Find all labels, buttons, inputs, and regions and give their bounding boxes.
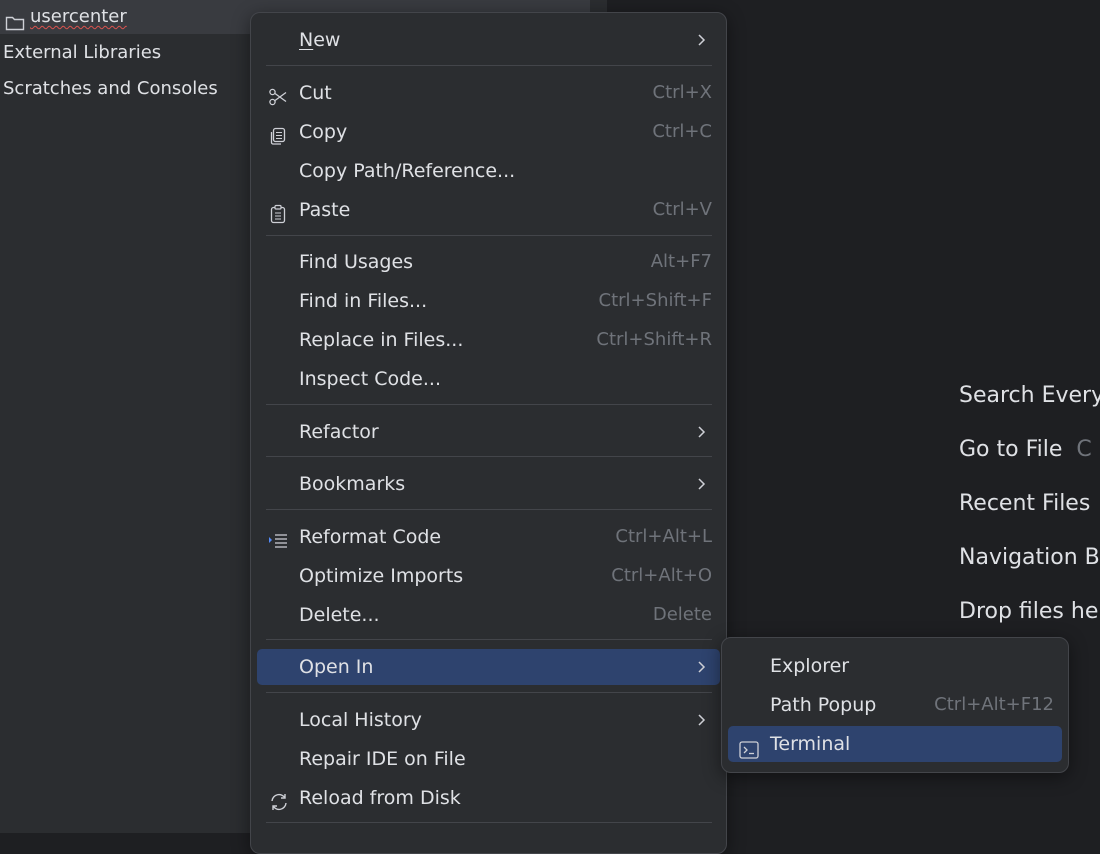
shortcut-label: Ctrl+C — [652, 121, 712, 142]
menu-item-reload-from-disk[interactable]: Reload from Disk — [257, 780, 720, 816]
hint-navigation-bar: Navigation B — [959, 545, 1100, 570]
menu-separator — [266, 456, 712, 457]
menu-item-refactor[interactable]: Refactor — [257, 414, 720, 450]
tree-item-label: External Libraries — [3, 42, 162, 63]
submenu-item-path-popup[interactable]: Path Popup Ctrl+Alt+F12 — [728, 687, 1062, 723]
menu-separator — [266, 822, 712, 823]
menu-item-cut[interactable]: Cut Ctrl+X — [257, 75, 720, 111]
shortcut-label: Ctrl+Shift+R — [596, 329, 712, 350]
menu-item-label: New — [299, 29, 341, 51]
shortcut-label: Alt+F7 — [650, 251, 712, 272]
hint-search-everywhere: Search Every — [959, 383, 1100, 408]
menu-item-open-in[interactable]: Open In — [257, 649, 720, 685]
tree-item-label: Scratches and Consoles — [3, 78, 218, 99]
menu-separator — [266, 65, 712, 66]
chevron-right-icon — [696, 649, 706, 697]
menu-item-label: Terminal — [770, 733, 851, 755]
shortcut-label: Delete — [652, 604, 712, 625]
chevron-right-icon — [696, 22, 706, 70]
menu-item-label: Explorer — [770, 655, 850, 677]
menu-item-reformat-code[interactable]: Reformat Code Ctrl+Alt+L — [257, 519, 720, 555]
chevron-right-icon — [696, 414, 706, 462]
menu-item-label: Reformat Code — [299, 526, 442, 548]
submenu-item-explorer[interactable]: Explorer — [728, 648, 1062, 684]
menu-separator — [266, 509, 712, 510]
menu-item-label: Delete... — [299, 604, 380, 626]
menu-item-label: Find Usages — [299, 251, 414, 273]
clipboard-icon — [268, 200, 288, 236]
menu-item-label: Repair IDE on File — [299, 748, 466, 770]
submenu-item-terminal[interactable]: Terminal — [728, 726, 1062, 762]
menu-item-label: Replace in Files... — [299, 329, 464, 351]
shortcut-label: Ctrl+Shift+F — [598, 290, 712, 311]
menu-item-label: Cut — [299, 82, 332, 104]
menu-item-label: Find in Files... — [299, 290, 428, 312]
menu-item-bookmarks[interactable]: Bookmarks — [257, 466, 720, 502]
menu-separator — [266, 639, 712, 640]
menu-item-label: Inspect Code... — [299, 368, 441, 390]
menu-item-label: Path Popup — [770, 694, 877, 716]
chevron-right-icon — [696, 466, 706, 514]
menu-item-label: Local History — [299, 709, 422, 731]
menu-item-local-history[interactable]: Local History — [257, 702, 720, 738]
shortcut-label: Ctrl+Alt+L — [615, 526, 712, 547]
menu-item-delete[interactable]: Delete... Delete — [257, 597, 720, 633]
hint-recent-files: Recent Files — [959, 491, 1091, 516]
hint-go-to-file: Go to File C — [959, 437, 1092, 462]
shortcut-label: Ctrl+Alt+O — [611, 565, 712, 586]
menu-item-label: Optimize Imports — [299, 565, 464, 587]
menu-item-label: Refactor — [299, 421, 379, 443]
menu-item-find-usages[interactable]: Find Usages Alt+F7 — [257, 244, 720, 280]
menu-item-copy-path[interactable]: Copy Path/Reference... — [257, 153, 720, 189]
menu-item-copy[interactable]: Copy Ctrl+C — [257, 114, 720, 150]
hint-drop-files: Drop files he — [959, 599, 1099, 624]
tree-item-label: usercenter — [30, 6, 127, 27]
terminal-icon — [739, 735, 759, 771]
shortcut-label: Ctrl+X — [652, 82, 712, 103]
menu-item-label: Copy — [299, 121, 348, 143]
menu-separator — [266, 692, 712, 693]
menu-item-inspect-code[interactable]: Inspect Code... — [257, 361, 720, 397]
menu-item-label: Open In — [299, 656, 374, 678]
menu-item-new[interactable]: New — [257, 22, 720, 58]
menu-item-label: Copy Path/Reference... — [299, 160, 516, 182]
open-in-submenu: Explorer Path Popup Ctrl+Alt+F12 Termina… — [721, 637, 1069, 773]
reload-icon — [268, 788, 290, 824]
menu-separator — [266, 235, 712, 236]
menu-item-label: Paste — [299, 199, 351, 221]
menu-item-optimize-imports[interactable]: Optimize Imports Ctrl+Alt+O — [257, 558, 720, 594]
menu-item-replace-in-files[interactable]: Replace in Files... Ctrl+Shift+R — [257, 322, 720, 358]
shortcut-label: Ctrl+Alt+F12 — [934, 694, 1054, 715]
menu-item-repair-ide[interactable]: Repair IDE on File — [257, 741, 720, 777]
context-menu: New Cut Ctrl+X Copy Ctrl+C Copy Path/Ref… — [250, 12, 727, 854]
menu-item-label: Bookmarks — [299, 473, 406, 495]
menu-item-find-in-files[interactable]: Find in Files... Ctrl+Shift+F — [257, 283, 720, 319]
menu-item-label: Reload from Disk — [299, 787, 461, 809]
shortcut-label: Ctrl+V — [652, 199, 712, 220]
menu-separator — [266, 404, 712, 405]
menu-item-paste[interactable]: Paste Ctrl+V — [257, 192, 720, 228]
